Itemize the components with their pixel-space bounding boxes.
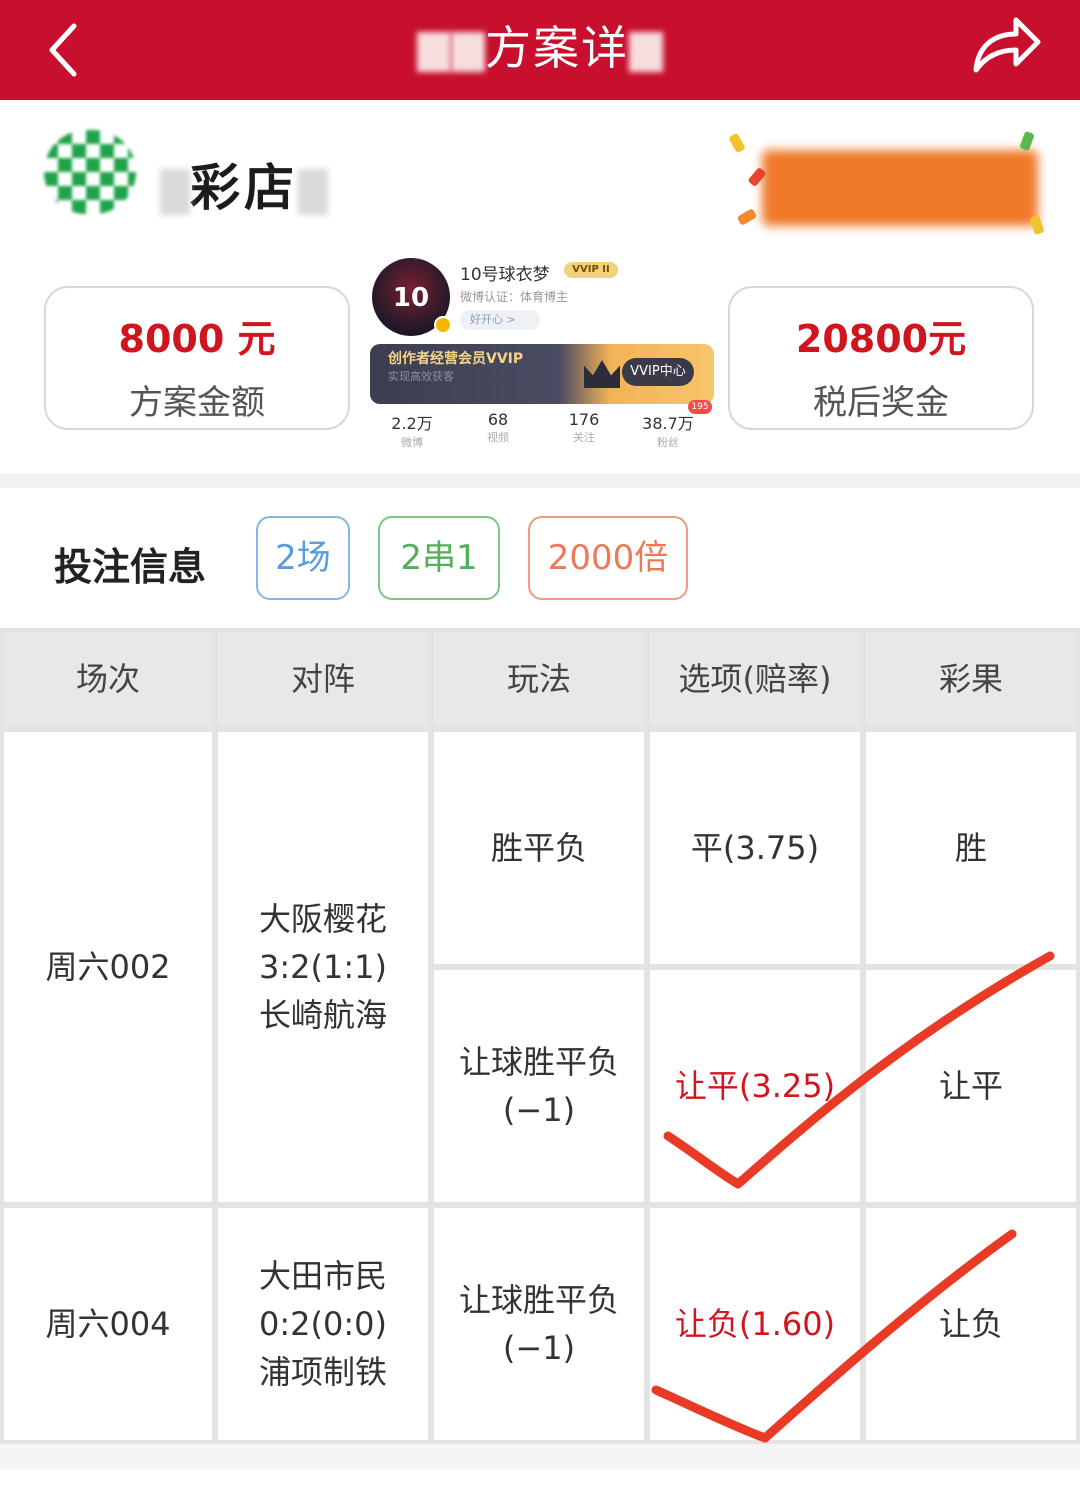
confetti [736,208,758,226]
plan-detail-page: 方案详 彩店 8000 元 方案金额 20800元 税后奖金 10 10号球衣梦… [0,0,1080,1500]
plan-amount-value: 8000 元 [118,317,276,361]
match-cell: 大田市民 0:2(0:0) 浦项制铁 [218,1208,428,1440]
play-handicap: (−1) [502,1091,576,1129]
bet-info-section: 投注信息 2场 2串1 2000倍 [0,488,1080,628]
table-header-option: 选项(赔率) [650,632,860,726]
profile-name: 10号球衣梦 [460,265,550,285]
bottom-strip [0,1444,1080,1500]
vip-promo-subtitle: 实现高效获客 [388,370,454,383]
match-score: 0:2(0:0) [259,1305,387,1343]
page-title-text: 方案详 [485,21,629,75]
play-cell: 让球胜平负 (−1) [434,970,644,1202]
stat-video[interactable]: 68 视频 [458,410,538,445]
option-cell-hit: 让平(3.25) [650,970,860,1202]
table-header-result: 彩果 [866,632,1076,726]
session-cell: 周六004 [4,1208,212,1440]
result-cell: 让平 [866,970,1076,1202]
brand-redacted-2 [298,168,328,215]
stat-following[interactable]: 176 关注 [544,410,624,445]
vip-badge: VVIP II [564,262,618,278]
brand-name: 彩店 [160,148,328,217]
prize-label: 税后奖金 [813,383,949,423]
table-header-play: 玩法 [434,632,644,726]
title-redacted-1 [417,31,451,72]
brand-logo [44,130,136,214]
play-handicap: (−1) [502,1329,576,1367]
session-cell: 周六002 [4,732,212,1202]
bet-table: 场次 对阵 玩法 选项(赔率) 彩果 周六002 大阪樱花 3:2(1:1) 长… [0,628,1080,1444]
share-arrow-icon [973,17,1041,73]
fans-count-badge: 195 [688,400,712,414]
stat-value: 2.2万 [391,414,433,433]
stat-weibo[interactable]: 2.2万 微博 [372,410,452,450]
title-redacted-3 [629,31,663,72]
profile-cert: 微博认证：体育博主 [460,290,569,304]
crown-icon [584,360,620,388]
title-redacted-2 [451,31,485,72]
tag-matches: 2场 [256,516,350,600]
result-cell: 让负 [866,1208,1076,1440]
tag-multiplier: 2000倍 [528,516,688,600]
prize-box: 20800元 税后奖金 [728,286,1034,430]
stat-label: 微博 [401,436,423,449]
home-team: 大田市民 [258,1257,387,1295]
play-name: 让球胜平负 [458,1281,619,1319]
stat-fans[interactable]: 38.7万 粉丝 [628,410,708,450]
home-team: 大阪樱花 [258,900,387,938]
vip-promo-bar[interactable]: 创作者经营会员VVIP 实现高效获客 VVIP中心 [370,344,714,404]
brand-name-text: 彩店 [190,159,298,217]
winning-banner [722,128,1048,242]
verified-badge-icon [434,316,452,334]
option-cell-hit: 让负(1.60) [650,1208,860,1440]
tag-combo: 2串1 [378,516,500,600]
share-button[interactable] [966,6,1046,78]
page-title: 方案详 [0,0,1080,100]
play-name: 让球胜平负 [458,1043,619,1081]
top-header: 方案详 [0,0,1080,100]
bottom-card-edge [0,1470,1080,1500]
confetti [1019,130,1035,152]
brand-redacted [160,168,190,215]
bet-info-title: 投注信息 [54,545,207,589]
table-header-match: 对阵 [218,632,428,726]
confetti [1029,214,1045,236]
match-score: 3:2(1:1) [259,948,387,986]
away-team: 长崎航海 [258,996,387,1034]
prize-value: 20800元 [795,317,967,361]
play-cell: 胜平负 [434,732,644,964]
stat-value: 68 [487,410,509,429]
option-cell: 平(3.75) [650,732,860,964]
confetti [728,132,746,154]
overlay-profile-card: 10 10号球衣梦 VVIP II 微博认证：体育博主 好开心 > 创作者经营会… [368,250,716,452]
avatar[interactable]: 10 [372,258,452,336]
table-header-session: 场次 [4,632,212,726]
away-team: 浦项制铁 [258,1353,387,1391]
winning-banner-image [762,150,1038,226]
stat-value: 176 [568,410,600,429]
play-cell: 让球胜平负 (−1) [434,1208,644,1440]
vip-promo-title: 创作者经营会员VVIP [388,351,524,367]
stat-label: 粉丝 [657,436,679,449]
plan-amount-box: 8000 元 方案金额 [44,286,350,430]
mood-pill[interactable]: 好开心 > [460,310,540,330]
plan-amount-label: 方案金额 [129,383,265,423]
result-cell: 胜 [866,732,1076,964]
vip-center-button[interactable]: VVIP中心 [622,358,694,386]
stat-label: 视频 [487,431,509,444]
stat-label: 关注 [573,431,595,444]
match-cell: 大阪樱花 3:2(1:1) 长崎航海 [218,732,428,1202]
